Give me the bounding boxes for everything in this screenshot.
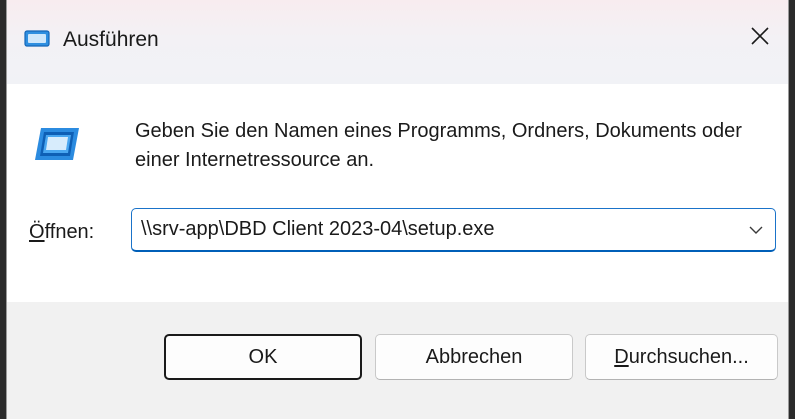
chevron-down-icon[interactable]: [745, 219, 767, 241]
cancel-button[interactable]: Abbrechen: [375, 334, 573, 380]
open-label-text: ffnen:: [44, 221, 95, 243]
ok-button[interactable]: OK: [164, 334, 362, 380]
run-dialog: Ausführen Geben Sie den Namen eines Prog…: [6, 0, 789, 419]
dialog-description: Geben Sie den Namen eines Programms, Ord…: [135, 120, 742, 171]
browse-button[interactable]: Durchsuchen...: [585, 334, 778, 380]
browse-accesskey: D: [614, 345, 629, 368]
open-label: Öffnen:: [29, 220, 94, 244]
open-input[interactable]: [132, 209, 722, 249]
run-dialog-icon: [23, 28, 53, 50]
browse-label: urchsuchen...: [628, 345, 749, 368]
dialog-content: Geben Sie den Namen eines Programms, Ord…: [7, 84, 788, 302]
window-title: Ausführen: [63, 28, 159, 51]
close-button[interactable]: [732, 10, 788, 66]
button-bar: OK Abbrechen Durchsuchen...: [7, 302, 788, 419]
title-bar[interactable]: Ausführen: [7, 0, 788, 84]
run-program-icon: [33, 126, 81, 162]
open-label-accesskey: Ö: [29, 221, 45, 243]
close-icon: [749, 25, 771, 52]
open-combobox[interactable]: [131, 208, 776, 252]
